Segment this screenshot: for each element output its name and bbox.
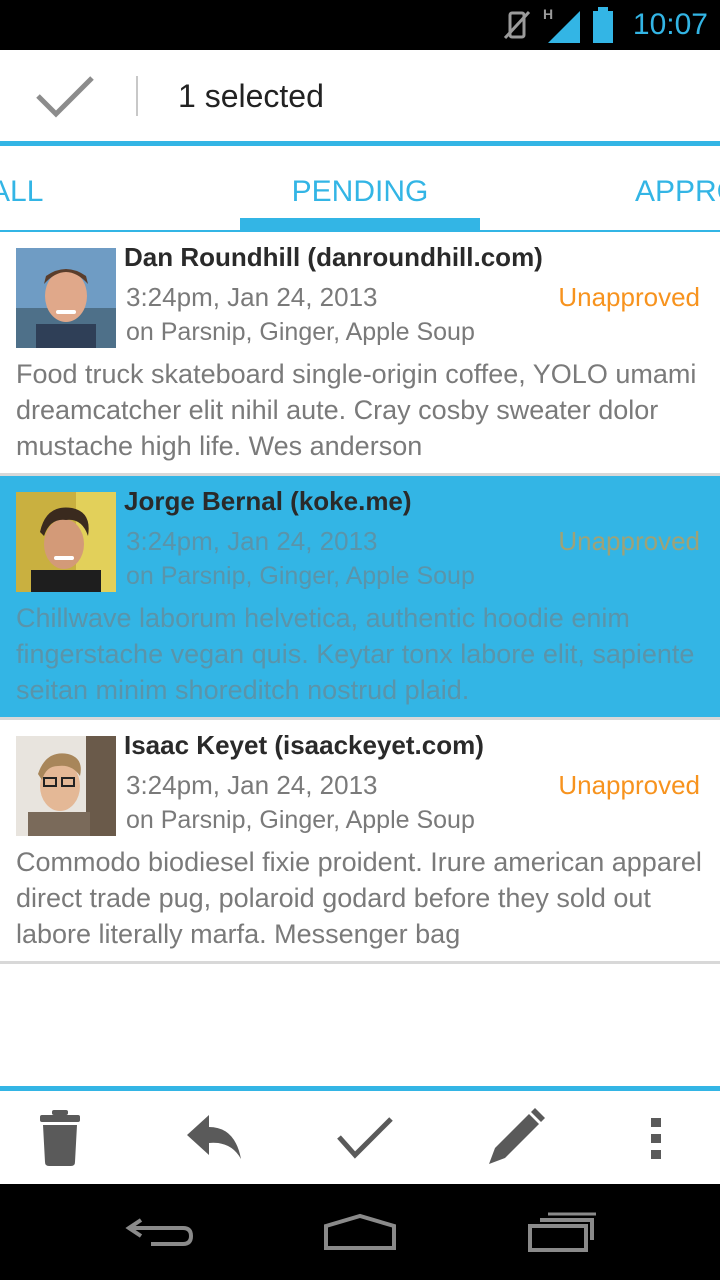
clock: 10:07 <box>632 8 708 41</box>
comment-post-title: on Parsnip, Ginger, Apple Soup <box>126 562 475 590</box>
avatar <box>16 248 116 348</box>
delete-button[interactable] <box>0 1091 120 1184</box>
home-icon <box>324 1213 396 1250</box>
avatar <box>16 736 116 836</box>
battery-icon <box>592 0 614 50</box>
tab-all[interactable]: ALL <box>0 146 43 232</box>
comment-body: Food truck skateboard single-origin coff… <box>16 359 697 461</box>
back-button[interactable] <box>90 1184 230 1280</box>
overflow-menu-button[interactable] <box>596 1091 716 1184</box>
comment-author: Dan Roundhill (danroundhill.com) <box>124 242 543 272</box>
bottom-action-bar <box>0 1091 720 1184</box>
back-icon <box>125 1218 194 1246</box>
edit-pencil-icon <box>489 1107 545 1164</box>
status-bar: H 10:07 <box>0 0 720 50</box>
checkmark-icon <box>36 76 94 118</box>
comment-date: 3:24pm, Jan 24, 2013 <box>126 770 378 800</box>
divider <box>136 76 138 116</box>
edit-button[interactable] <box>455 1091 575 1184</box>
status-badge: Unapproved <box>558 282 700 312</box>
signal-icon: H <box>542 0 582 50</box>
approve-button[interactable] <box>305 1091 425 1184</box>
home-button[interactable] <box>290 1184 430 1280</box>
comment-row[interactable]: Isaac Keyet (isaackeyet.com) 3:24pm, Jan… <box>0 720 720 964</box>
trash-icon <box>40 1109 80 1166</box>
vibrate-off-icon <box>500 0 534 50</box>
contextual-action-bar: 1 selected <box>0 50 720 142</box>
status-badge: Unapproved <box>558 526 700 556</box>
system-nav-bar <box>0 1184 720 1280</box>
selection-count-title: 1 selected <box>178 78 324 114</box>
done-button[interactable] <box>26 68 106 124</box>
comment-author: Jorge Bernal (koke.me) <box>124 486 412 516</box>
active-tab-indicator <box>240 218 480 230</box>
comment-list: Dan Roundhill (danroundhill.com) 3:24pm,… <box>0 232 720 964</box>
comment-author: Isaac Keyet (isaackeyet.com) <box>124 730 484 760</box>
avatar <box>16 492 116 592</box>
comment-body: Commodo biodiesel fixie proident. Irure … <box>16 847 702 949</box>
comment-row[interactable]: Jorge Bernal (koke.me) 3:24pm, Jan 24, 2… <box>0 476 720 720</box>
comment-date: 3:24pm, Jan 24, 2013 <box>126 526 378 556</box>
recents-icon <box>528 1212 596 1252</box>
comment-date: 3:24pm, Jan 24, 2013 <box>126 282 378 312</box>
status-badge: Unapproved <box>558 770 700 800</box>
overflow-menu-icon <box>651 1117 661 1159</box>
reply-icon <box>187 1114 241 1159</box>
filter-tabs: ALL PENDING APPROVED <box>0 146 720 232</box>
recents-button[interactable] <box>492 1184 632 1280</box>
comment-post-title: on Parsnip, Ginger, Apple Soup <box>126 318 475 346</box>
comment-body: Chillwave laborum helvetica, authentic h… <box>16 603 695 705</box>
svg-text:H: H <box>543 6 553 22</box>
comment-row[interactable]: Dan Roundhill (danroundhill.com) 3:24pm,… <box>0 232 720 476</box>
reply-button[interactable] <box>155 1091 275 1184</box>
approve-check-icon <box>337 1116 393 1159</box>
comment-post-title: on Parsnip, Ginger, Apple Soup <box>126 806 475 834</box>
tab-approved[interactable]: APPROVED <box>635 146 720 232</box>
